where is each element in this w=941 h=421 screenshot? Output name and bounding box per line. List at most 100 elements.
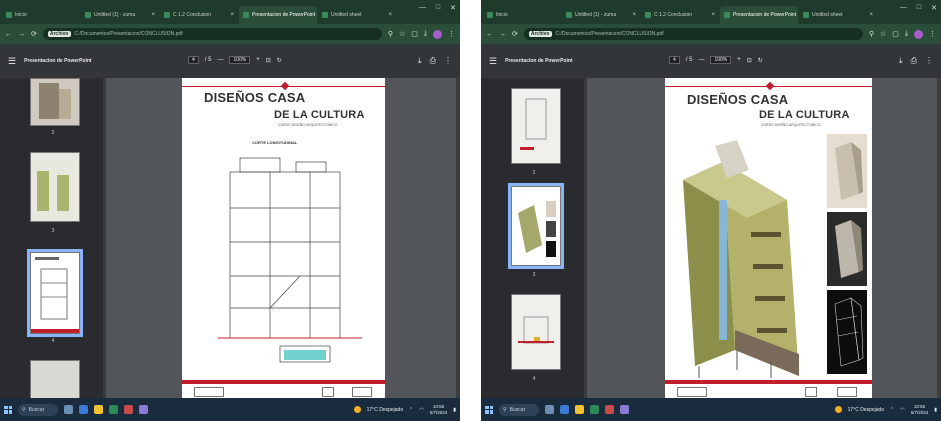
wifi-icon[interactable]: ◠ [900,407,904,413]
page-thumbnail[interactable] [511,88,561,164]
address-bar[interactable]: Archivo C:/Documentos/Presentacion/CONCL… [523,28,863,40]
forward-icon[interactable]: → [18,31,25,38]
close-icon[interactable]: × [388,12,392,18]
notification-icon[interactable]: ▮ [934,407,937,413]
app-icon[interactable] [139,405,148,414]
chevron-up-icon[interactable]: ⌃ [890,407,894,413]
taskbar-search[interactable]: ⚲ Buscar [499,403,539,416]
store-icon[interactable] [605,405,614,414]
back-icon[interactable]: ← [5,31,12,38]
pdf-viewer-bar: ☰ Presentacion de PowerPoint 4 / 5 — 100… [481,44,941,78]
tab-untitled[interactable]: Untitled (1) - zuma × [81,6,159,24]
star-icon[interactable]: ☆ [880,30,886,38]
footer-logo [677,387,707,397]
tab-conclusion[interactable]: C 1.2 Conclusion × [160,6,238,24]
tab-sheet[interactable]: Untitled sheet × [799,6,877,24]
page-thumbnail[interactable] [511,294,561,370]
page-thumbnail-selected[interactable] [27,249,83,337]
page-thumbnail[interactable] [30,360,80,398]
tab-sheet[interactable]: Untitled sheet × [318,6,396,24]
windows-start-icon[interactable] [4,405,12,414]
back-icon[interactable]: ← [486,31,493,38]
page-thumbnail[interactable] [30,152,80,222]
download-icon[interactable]: ⤓ [424,30,427,38]
window-controls: — □ ✕ [900,4,937,12]
page-number-input[interactable]: 4 [188,56,199,64]
zoom-out-button[interactable]: — [217,57,223,63]
more-options-icon[interactable]: ⋮ [925,56,933,66]
zoom-icon[interactable]: ⚲ [388,30,393,38]
document-scrollbar[interactable] [456,78,460,398]
download-icon[interactable]: ⤓ [905,30,908,38]
page-thumbnail-selected[interactable] [508,183,564,269]
extensions-icon[interactable]: ▢ [892,30,899,38]
maximize-icon[interactable]: □ [917,4,921,12]
minimize-icon[interactable]: — [900,4,907,12]
page-number-input[interactable]: 4 [669,56,680,64]
kebab-menu-icon[interactable]: ⋮ [448,30,455,38]
zoom-icon[interactable]: ⚲ [869,30,874,38]
minimize-icon[interactable]: — [419,4,426,12]
edge-icon[interactable] [560,405,569,414]
app-icon[interactable] [620,405,629,414]
wifi-icon[interactable]: ◠ [419,407,423,413]
avatar[interactable] [914,29,923,39]
extensions-icon[interactable]: ▢ [411,30,418,38]
hamburger-menu-icon[interactable]: ☰ [8,56,16,67]
reload-icon[interactable]: ⟳ [31,30,37,38]
chrome-icon[interactable] [590,405,599,414]
task-view-icon[interactable] [545,405,554,414]
kebab-menu-icon[interactable]: ⋮ [929,30,936,38]
print-icon[interactable]: ⎙ [911,56,917,66]
close-icon[interactable]: × [151,12,155,18]
maximize-icon[interactable]: □ [436,4,440,12]
clock[interactable]: 10:55 5/7/2024 [430,404,448,416]
download-pdf-icon[interactable]: ⤓ [899,56,903,66]
reload-icon[interactable]: ⟳ [512,30,518,38]
tab-untitled[interactable]: Untitled (1) - zuma × [562,6,640,24]
page-thumbnail[interactable] [30,78,80,126]
avatar[interactable] [433,29,442,39]
taskbar-search[interactable]: ⚲ Buscar [18,403,58,416]
zoom-in-button[interactable]: + [737,57,741,63]
chrome-icon[interactable] [109,405,118,414]
tab-presentacion[interactable]: Presentacion de PowerPoint× [239,6,317,24]
task-view-icon[interactable] [64,405,73,414]
close-icon[interactable]: × [632,12,636,18]
rotate-icon[interactable]: ↻ [758,57,763,64]
zoom-input[interactable]: 100% [710,56,732,64]
clock[interactable]: 10:55 5/7/2024 [911,404,929,416]
close-window-icon[interactable]: ✕ [450,4,456,12]
tab-conclusion[interactable]: C 1.2 Conclusion × [641,6,719,24]
tab-presentacion[interactable]: Presentacion de PowerPoint× [720,6,798,24]
right-browser-window: Inicio Untitled (1) - zuma × C 1.2 Conclu… [481,0,941,421]
forward-icon[interactable]: → [499,31,506,38]
chevron-up-icon[interactable]: ⌃ [409,407,413,413]
close-icon[interactable]: × [711,12,715,18]
store-icon[interactable] [124,405,133,414]
tab-inicio[interactable]: Inicio [483,6,561,24]
hamburger-menu-icon[interactable]: ☰ [489,56,497,67]
zoom-in-button[interactable]: + [256,57,260,63]
close-window-icon[interactable]: ✕ [931,4,937,12]
close-icon[interactable]: × [230,12,234,18]
rotate-icon[interactable]: ↻ [277,57,282,64]
fit-page-icon[interactable]: ⊡ [266,57,271,64]
more-options-icon[interactable]: ⋮ [444,56,452,66]
file-explorer-icon[interactable] [94,405,103,414]
notification-icon[interactable]: ▮ [453,407,456,413]
download-pdf-icon[interactable]: ⤓ [418,56,422,66]
document-subtitle: CURSO DISEÑO ARQUITECTONICO [761,123,821,127]
windows-start-icon[interactable] [485,405,493,414]
tab-inicio[interactable]: Inicio [2,6,80,24]
zoom-out-button[interactable]: — [698,57,704,63]
edge-icon[interactable] [79,405,88,414]
file-explorer-icon[interactable] [575,405,584,414]
star-icon[interactable]: ☆ [399,30,405,38]
fit-page-icon[interactable]: ⊡ [747,57,752,64]
close-icon[interactable]: × [869,12,873,18]
address-bar[interactable]: Archivo C:/Documentos/Presentacion/CONCL… [42,28,382,40]
print-icon[interactable]: ⎙ [430,56,436,66]
zoom-input[interactable]: 100% [229,56,251,64]
document-scrollbar[interactable] [937,78,941,398]
